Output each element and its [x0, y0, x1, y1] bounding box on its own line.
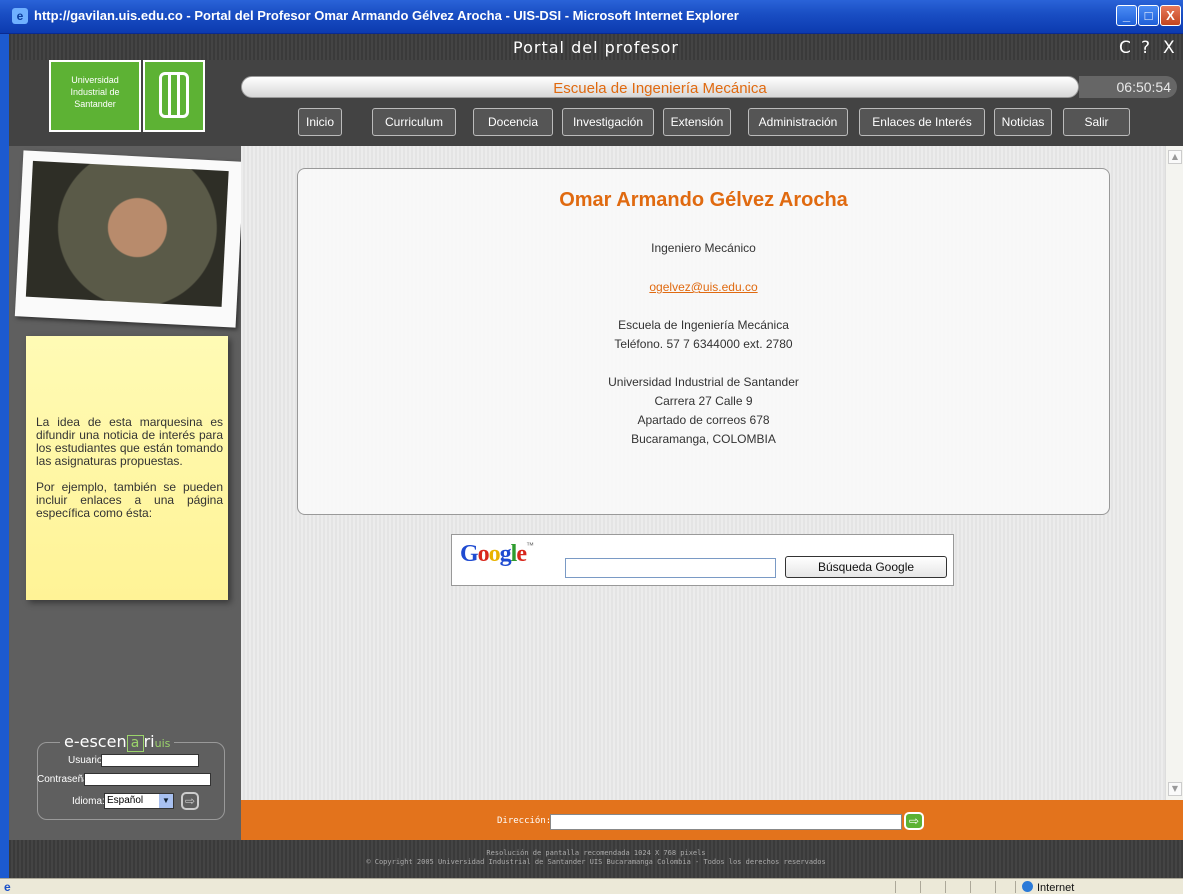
university-logo-text: Universidad Industrial de Santander [49, 60, 141, 132]
nav-administracion[interactable]: Administración [748, 108, 848, 136]
google-search-input[interactable] [565, 558, 776, 578]
street-address: Carrera 27 Calle 9 [654, 394, 753, 408]
sidebar: La idea de esta marquesina es difundir u… [9, 146, 245, 840]
photo-image [25, 160, 229, 307]
logo-line: Santander [74, 99, 116, 109]
google-logo: Google™ [460, 541, 534, 567]
po-box: Apartado de correos 678 [637, 413, 770, 427]
footer-resolution: Resolución de pantalla recomendada 1024 … [486, 849, 706, 857]
refresh-control[interactable]: C [1119, 38, 1131, 58]
scroll-up-icon[interactable]: ▲ [1168, 150, 1182, 164]
school-name: Escuela de Ingeniería Mecánica [553, 80, 767, 97]
password-input[interactable] [84, 773, 211, 786]
nav-noticias[interactable]: Noticias [994, 108, 1052, 136]
username-label: Usuario: [68, 755, 106, 766]
school-bar: Escuela de Ingeniería Mecánica [241, 76, 1079, 98]
help-control[interactable]: ? [1141, 38, 1150, 58]
window-frame-left [0, 34, 9, 878]
portal-title-bar: Portal del profesor C ? X [9, 34, 1183, 60]
logo-line: Industrial de [70, 87, 120, 97]
portal-title: Portal del profesor [513, 38, 679, 57]
nav-curriculum[interactable]: Curriculum [372, 108, 456, 136]
minimize-button[interactable]: _ [1116, 5, 1137, 26]
city: Bucaramanga, COLOMBIA [631, 432, 776, 446]
nav-docencia[interactable]: Docencia [473, 108, 553, 136]
e-escenari-logo: e-escen a riuis [60, 732, 175, 752]
nav-salir[interactable]: Salir [1063, 108, 1130, 136]
close-control[interactable]: X [1163, 38, 1175, 58]
portal-header: Portal del profesor C ? X Universidad In… [9, 34, 1183, 146]
footer-copyright: © Copyright 2005 Universidad Industrial … [366, 858, 826, 866]
uis-logo-icon [143, 60, 205, 132]
nav-enlaces[interactable]: Enlaces de Interés [859, 108, 985, 136]
chevron-down-icon: ▼ [159, 794, 173, 808]
vertical-scrollbar[interactable]: ▲ ▼ [1165, 146, 1183, 800]
maximize-button[interactable]: □ [1138, 5, 1159, 26]
profession: Ingeniero Mecánico [651, 241, 756, 255]
profile-card: Omar Armando Gélvez Arocha Ingeniero Mec… [297, 168, 1110, 515]
login-go-arrow-icon[interactable]: ⇨ [181, 792, 199, 810]
phone: Teléfono. 57 7 6344000 ext. 2780 [614, 337, 793, 351]
login-panel: e-escen a riuis Usuario: Contraseña: Idiom… [37, 732, 225, 820]
address-input[interactable] [550, 814, 902, 830]
marquee-text-2: Por ejemplo, también se pueden incluir e… [36, 480, 223, 520]
logo-line: Universidad [71, 75, 119, 85]
status-bar: e Internet [0, 878, 1183, 894]
department: Escuela de Ingeniería Mecánica [618, 318, 789, 332]
nav-inicio[interactable]: Inicio [298, 108, 342, 136]
scroll-down-icon[interactable]: ▼ [1168, 782, 1182, 796]
email-link[interactable]: ogelvez@uis.edu.co [649, 280, 757, 294]
main-content: Omar Armando Gélvez Arocha Ingeniero Mec… [241, 146, 1165, 800]
footer: Resolución de pantalla recomendada 1024 … [9, 840, 1183, 878]
clock: 06:50:54 [1079, 76, 1177, 98]
google-search-button[interactable]: Búsqueda Google [785, 556, 947, 578]
window-title-bar[interactable]: e http://gavilan.uis.edu.co - Portal del… [0, 0, 1183, 34]
close-button[interactable]: X [1160, 5, 1181, 26]
nav-extension[interactable]: Extensión [663, 108, 731, 136]
news-marquee: La idea de esta marquesina es difundir u… [26, 336, 228, 600]
nav-investigacion[interactable]: Investigación [562, 108, 654, 136]
language-label: Idioma: [72, 796, 105, 807]
address-bar: Dirección: ⇨ [241, 800, 1183, 840]
language-value: Español [107, 795, 144, 806]
address-label: Dirección: [497, 816, 552, 826]
ie-icon: e [12, 8, 28, 24]
window-title: http://gavilan.uis.edu.co - Portal del P… [34, 8, 739, 23]
globe-icon [1022, 881, 1033, 892]
marquee-text-1: La idea de esta marquesina es difundir u… [36, 415, 223, 468]
professor-name: Omar Armando Gélvez Arocha [559, 189, 848, 211]
security-zone: Internet [1022, 881, 1074, 894]
ie-page-icon: e [4, 880, 11, 894]
professor-photo [14, 150, 245, 328]
google-search-box: Google™ Búsqueda Google [451, 534, 954, 586]
university: Universidad Industrial de Santander [608, 375, 799, 389]
language-select[interactable]: Español ▼ [104, 793, 174, 809]
username-input[interactable] [101, 754, 199, 767]
address-go-arrow-icon[interactable]: ⇨ [904, 812, 924, 830]
